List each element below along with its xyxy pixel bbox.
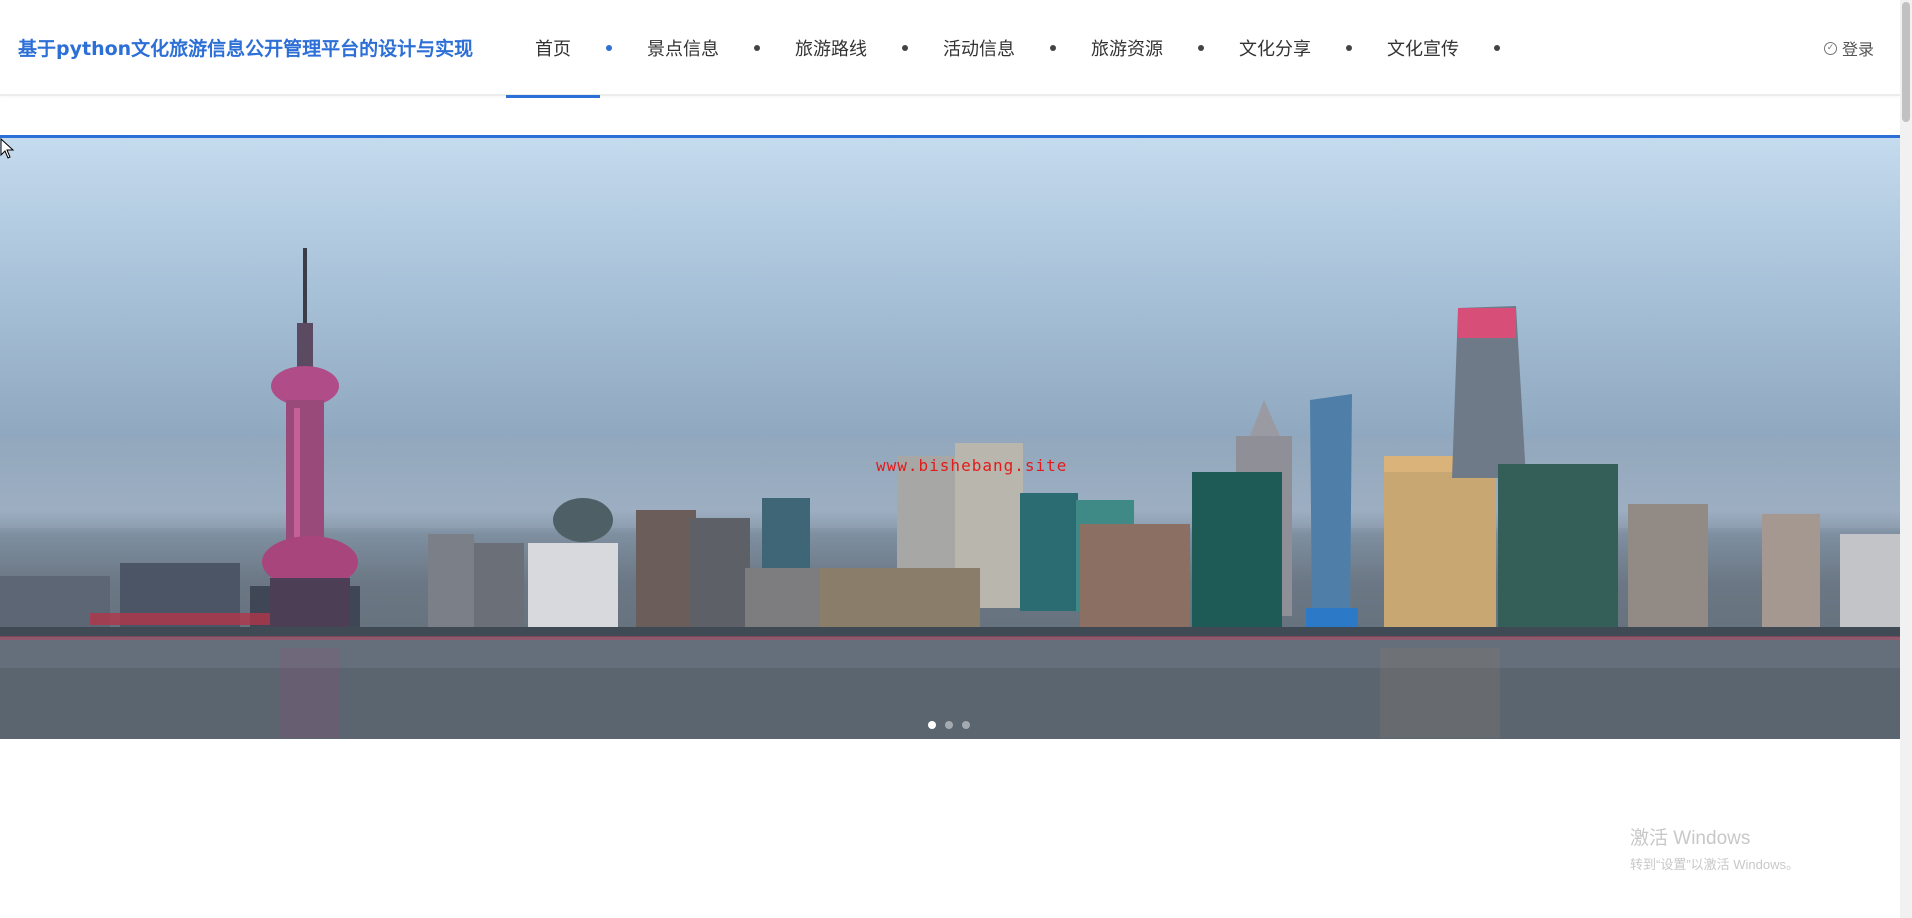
nav-culture-share[interactable]: 文化分享	[1210, 0, 1340, 96]
site-watermark: www.bishebang.site	[876, 456, 1068, 475]
nav-separator	[1050, 45, 1056, 51]
nav-activities[interactable]: 活动信息	[914, 0, 1044, 96]
nav-separator	[1346, 45, 1352, 51]
nav-separator	[606, 45, 612, 51]
site-title[interactable]: 基于python文化旅游信息公开管理平台的设计与实现	[18, 34, 473, 61]
windows-activation-watermark: 激活 Windows 转到“设置”以激活 Windows。	[1630, 823, 1799, 873]
activation-title: 激活 Windows	[1630, 828, 1751, 849]
activation-hint: 转到“设置”以激活 Windows。	[1630, 857, 1800, 872]
mouse-cursor-icon	[0, 138, 15, 159]
nav-travel-resources[interactable]: 旅游资源	[1062, 0, 1192, 96]
check-circle-icon: ✓	[1823, 41, 1837, 55]
header: 基于python文化旅游信息公开管理平台的设计与实现 首页 景点信息 旅游路线 …	[0, 0, 1900, 98]
scrollbar-thumb[interactable]	[1902, 2, 1910, 122]
carousel-dot[interactable]	[945, 721, 953, 729]
nav-separator	[902, 45, 908, 51]
login-button[interactable]: ✓ 登录	[1823, 36, 1874, 60]
nav-separator	[1198, 45, 1204, 51]
page-scrollbar[interactable]	[1900, 0, 1912, 918]
nav-culture-promo[interactable]: 文化宣传	[1358, 0, 1488, 96]
carousel-dot[interactable]	[962, 721, 970, 729]
nav-scenic-spots[interactable]: 景点信息	[618, 0, 748, 96]
nav-travel-routes[interactable]: 旅游路线	[766, 0, 896, 96]
nav-separator	[1494, 45, 1500, 51]
carousel-dot[interactable]	[928, 721, 936, 729]
main-nav: 首页 景点信息 旅游路线 活动信息 旅游资源 文化分享 文化宣传	[506, 0, 1506, 98]
nav-home[interactable]: 首页	[506, 0, 600, 98]
page: 基于python文化旅游信息公开管理平台的设计与实现 首页 景点信息 旅游路线 …	[0, 0, 1912, 918]
hero-carousel[interactable]: www.bishebang.site	[0, 135, 1900, 739]
login-label: 登录	[1841, 40, 1874, 59]
carousel-indicators	[928, 721, 970, 729]
city-skyline-image	[0, 248, 1900, 739]
nav-separator	[754, 45, 760, 51]
